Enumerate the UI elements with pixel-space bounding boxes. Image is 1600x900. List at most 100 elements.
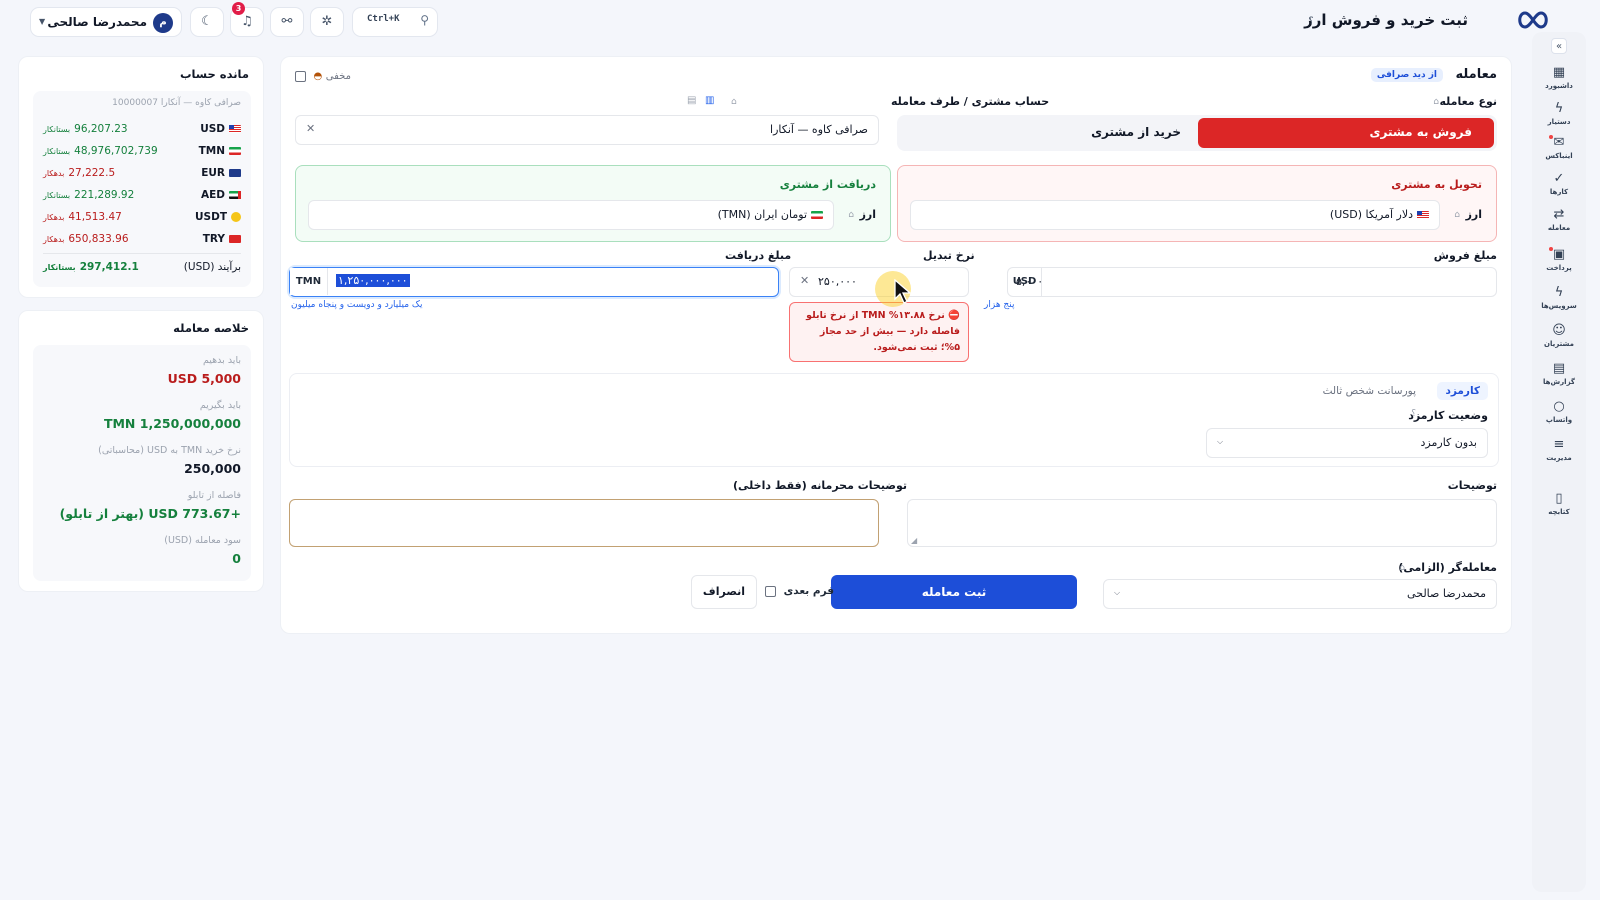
board-gap-label: فاصله از تابلو — [187, 490, 241, 501]
receive-label: باید بگیریم — [199, 400, 241, 411]
fee-status-value: بدون کارمزد — [1420, 436, 1477, 449]
trade-type-segment: فروش به مشتری خرید از مشتری — [897, 115, 1497, 151]
us-flag-icon — [229, 125, 241, 133]
cancel-button[interactable]: انصراف — [691, 575, 757, 609]
tab-third-party-commission[interactable]: پورسانت شخص ثالث — [1323, 385, 1416, 397]
next-form-toggle[interactable]: فرم بعدی — [765, 585, 834, 597]
balance-total-label: برآیند (USD) — [183, 261, 241, 273]
tab-fee[interactable]: کارمزد — [1437, 382, 1488, 400]
resize-handle-icon[interactable]: ◢ — [911, 536, 917, 545]
notifications-button[interactable]: ♫ 3 — [230, 2, 264, 37]
notification-badge: 3 — [232, 2, 245, 15]
sell-amount-unit: USD — [1008, 268, 1042, 296]
next-form-label: فرم بعدی — [783, 585, 834, 597]
trader-label: معامله‌گر (الزامی) — [1398, 561, 1497, 574]
users-icon: ☺ — [1552, 323, 1566, 338]
ledger-icon[interactable]: ▤ — [687, 95, 696, 106]
link-button[interactable]: ⚯ — [270, 7, 304, 37]
buy-from-customer-option[interactable]: خرید از مشتری — [900, 118, 1195, 148]
sidebar-item-label: واتساپ — [1545, 416, 1573, 424]
pay-label: باید بدهیم — [202, 355, 241, 366]
sidebar-item-customers[interactable]: ☺ مشتریان — [1534, 323, 1584, 349]
summary-title: خلاصه معامله — [173, 321, 249, 335]
profit-value: 0 — [232, 551, 241, 566]
user-menu[interactable]: م محمدرضا صالحی ▼ — [30, 7, 182, 37]
sidebar-item-whatsapp[interactable]: ○ واتساپ — [1534, 399, 1584, 425]
submit-trade-button[interactable]: ثبت معامله — [831, 575, 1077, 609]
balance-row: EUR 27,222.5بدهکار — [43, 167, 241, 183]
sell-to-customer-option[interactable]: فروش به مشتری — [1198, 118, 1494, 148]
balance-status: بستانکار — [43, 147, 71, 156]
private-notes-label: توضیحات محرمانه (فقط داخلی) — [733, 479, 907, 492]
notes-textarea[interactable]: ◢ — [907, 499, 1497, 547]
currency-code: AED — [200, 189, 225, 201]
receive-amount-words: یک میلیارد و دویست و پنجاه میلیون — [291, 300, 423, 310]
next-form-checkbox[interactable] — [765, 585, 776, 597]
receive-amount-value: ۱,۲۵۰,۰۰۰,۰۰۰ — [336, 274, 410, 287]
currency-code: TRY — [202, 233, 225, 245]
trader-select[interactable]: محمدرضا صالحی ⌵ — [1103, 579, 1497, 609]
currency-code: USDT — [195, 211, 227, 223]
view-chip: از دید صرافی — [1370, 68, 1443, 82]
rate-summary-label: نرخ خرید TMN به USD (محاسباتی) — [98, 445, 241, 456]
deliver-currency-label: ارز — [1465, 208, 1482, 221]
chat-icon: ○ — [1553, 399, 1565, 414]
sell-amount-input[interactable]: ۵,۰۰۰ USD — [1007, 267, 1497, 297]
sidebar-item-reports[interactable]: ▤ گزارش‌ها — [1534, 362, 1584, 387]
sidebar-item-handbook[interactable]: ▯ کتابچه — [1534, 492, 1584, 517]
eu-flag-icon — [229, 169, 241, 177]
link-icon: ⚯ — [281, 14, 293, 29]
balance-total-row: برآیند (USD) 297,412.1بستانکار — [43, 261, 241, 277]
check-icon: ✓ — [1553, 171, 1565, 186]
sidebar-item-assistant[interactable]: ϟ دستیار — [1534, 102, 1584, 127]
sidebar-item-payment[interactable]: ▣ پرداخت — [1534, 247, 1584, 272]
search-shortcut: Ctrl+K — [367, 14, 400, 24]
search-button[interactable]: ⚲ Ctrl+K — [352, 7, 438, 37]
sidebar-item-label: کارها — [1549, 188, 1569, 196]
hidden-eye-icon: ◓ — [313, 71, 323, 82]
sidebar-item-label: دستیار — [1547, 118, 1571, 126]
sell-amount-words: پنج هزار — [984, 300, 1015, 310]
currency-code: EUR — [201, 167, 225, 179]
sidebar-item-management[interactable]: ≡ مدیریت — [1534, 438, 1584, 463]
trade-form-card: معامله از دید صرافی مخفی ◓ نوع معامله ⌂ … — [280, 56, 1512, 634]
receive-currency-select[interactable]: تومان ایران (TMN) — [308, 200, 834, 230]
bug-report-button[interactable]: ✲ — [310, 7, 344, 37]
sidebar: » ▦ داشبورد ϟ دستیار ✉ اینباکس ✓ کارها ⇄… — [1532, 32, 1586, 892]
help-icon[interactable]: ؟ — [1304, 15, 1318, 29]
sidebar-item-trade[interactable]: ⇄ معامله — [1534, 208, 1584, 233]
private-notes-textarea[interactable] — [289, 499, 879, 547]
fee-status-select[interactable]: بدون کارمزد ⌵ — [1206, 428, 1488, 458]
mouse-cursor-icon — [894, 279, 912, 304]
hidden-toggle[interactable]: مخفی ◓ — [295, 69, 351, 82]
collapse-sidebar-icon[interactable]: » — [1551, 38, 1567, 54]
balance-status: بدهکار — [43, 169, 65, 178]
balance-amount: 96,207.23 — [74, 123, 128, 135]
receive-value: 1,250,000,000 TMN — [103, 416, 241, 431]
sidebar-item-label: معامله — [1547, 224, 1571, 232]
theme-toggle-button[interactable]: ☾ — [190, 7, 224, 37]
sidebar-item-tasks[interactable]: ✓ کارها — [1534, 171, 1584, 197]
bell-icon: ♫ — [241, 14, 253, 29]
sidebar-item-dashboard[interactable]: ▦ داشبورد — [1534, 66, 1584, 91]
deliver-currency-select[interactable]: دلار آمریکا (USD) — [910, 200, 1440, 230]
account-select[interactable]: صرافی کاوه — آنکارا ✕ — [295, 115, 879, 145]
payment-icon: ▣ — [1552, 247, 1566, 262]
help-icon[interactable]: ؟ — [1411, 409, 1416, 419]
balance-amount: 48,976,702,739 — [74, 145, 158, 157]
clear-icon[interactable]: ✕ — [306, 122, 315, 135]
clear-rate-icon[interactable]: ✕ — [800, 274, 809, 287]
board-gap-value: +773.67 USD (بهتر از تابلو) — [59, 506, 241, 521]
chart-icon[interactable]: ▥ — [705, 95, 714, 106]
avatar: م — [153, 13, 173, 33]
sidebar-item-label: پرداخت — [1546, 264, 1572, 272]
sidebar-item-inbox[interactable]: ✉ اینباکس — [1534, 135, 1584, 160]
sidebar-item-services[interactable]: ϟ سرویس‌ها — [1534, 286, 1584, 311]
receive-amount-input[interactable]: TMN ۱,۲۵۰,۰۰۰,۰۰۰ — [289, 267, 779, 297]
balance-row: TMN 48,976,702,739بستانکار — [43, 145, 241, 161]
hidden-label: مخفی — [325, 71, 351, 82]
summary-list: باید بدهیم 5,000 USD باید بگیریم 1,250,0… — [33, 345, 251, 581]
balance-total-amount: 297,412.1 — [79, 261, 139, 273]
section-title: معامله — [1455, 67, 1497, 82]
hidden-checkbox[interactable] — [295, 70, 306, 82]
